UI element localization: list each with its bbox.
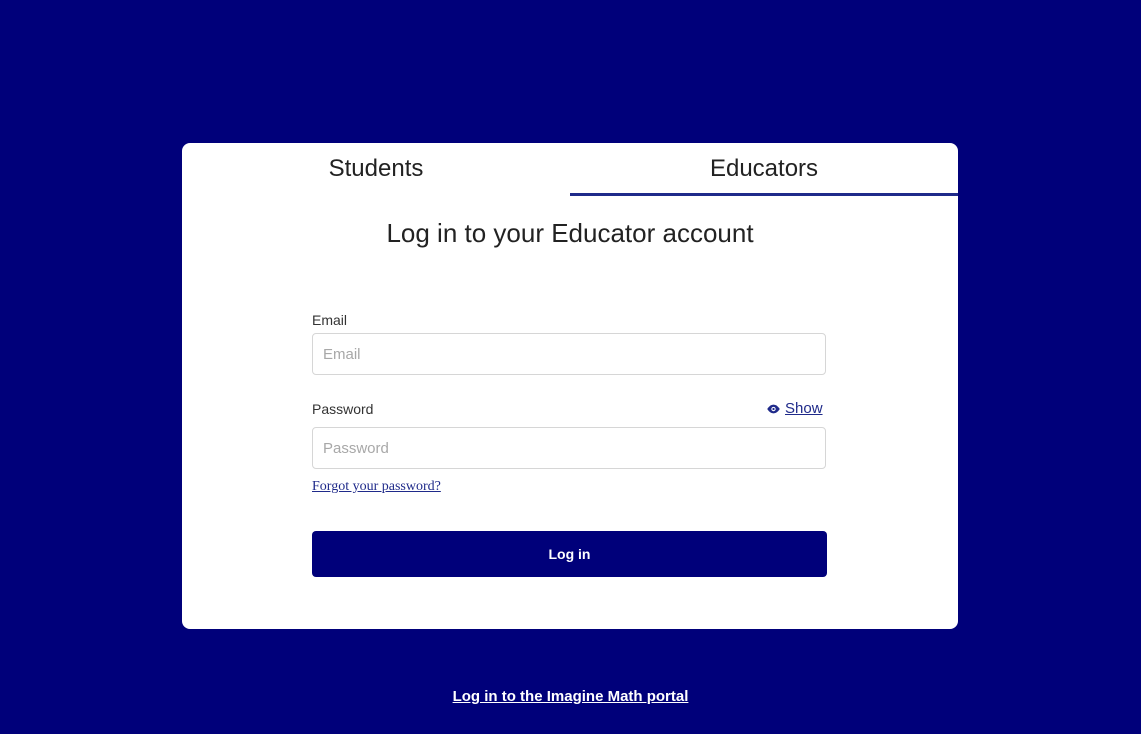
email-field[interactable] (312, 333, 826, 375)
tab-educators-label: Educators (709, 154, 819, 182)
email-label: Email (312, 312, 348, 328)
show-password-toggle[interactable]: Show (766, 400, 823, 417)
page-title: Log in to your Educator account (386, 218, 754, 248)
active-tab-indicator (570, 193, 958, 196)
login-card: Students Educators Log in to your Educat… (182, 143, 958, 629)
password-label: Password (312, 401, 374, 417)
portal-link-container: Log in to the Imagine Math portal (0, 688, 1141, 705)
tab-educators[interactable]: Educators (570, 143, 958, 196)
show-password-label: Show (785, 400, 823, 417)
login-page: Students Educators Log in to your Educat… (0, 0, 1141, 734)
forgot-password-link[interactable]: Forgot your password? (312, 479, 441, 495)
tab-students-label: Students (328, 154, 424, 182)
account-type-tabs: Students Educators (182, 143, 958, 196)
tab-students[interactable]: Students (182, 143, 570, 196)
eye-icon (767, 404, 780, 413)
login-button[interactable]: Log in (312, 531, 827, 577)
password-field[interactable] (312, 427, 826, 469)
imagine-math-portal-link[interactable]: Log in to the Imagine Math portal (453, 688, 689, 705)
